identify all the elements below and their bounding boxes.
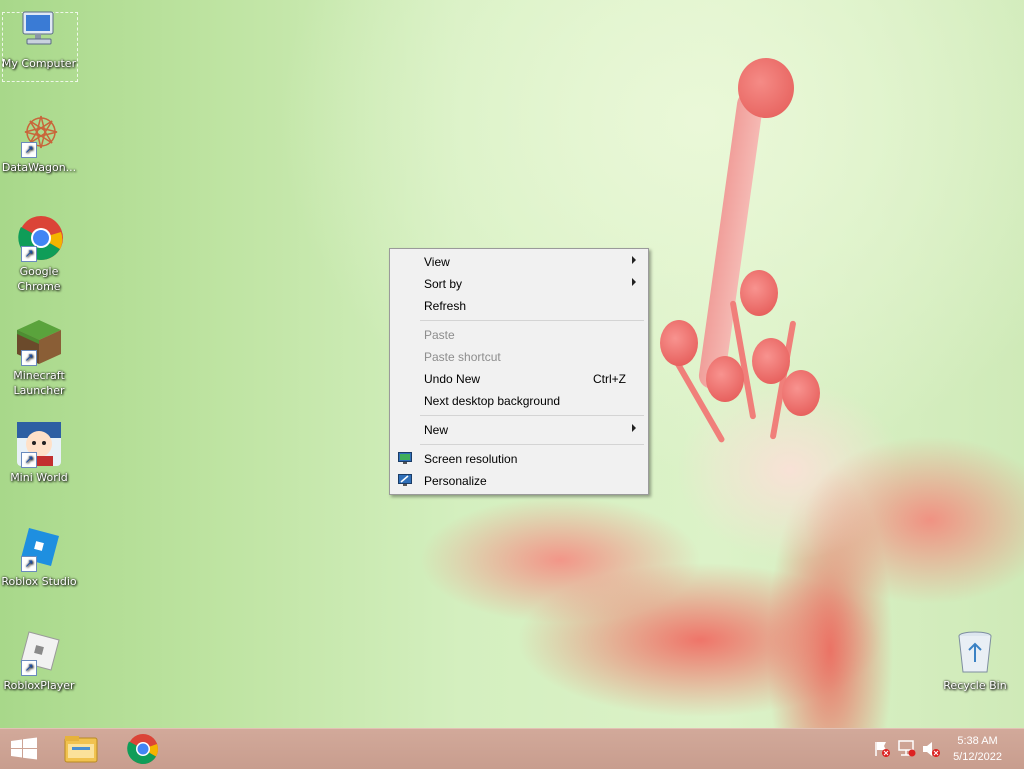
minecraft-icon: ↗ [15, 318, 63, 366]
computer-icon [15, 6, 63, 54]
menu-item-paste[interactable]: Paste [392, 324, 646, 346]
action-center-flag-icon [875, 742, 890, 757]
desktop-icon-my-computer[interactable]: My Computer [0, 6, 78, 82]
menu-item-label: Paste shortcut [424, 350, 501, 364]
desktop-icon-label: RobloxPlayer [3, 679, 75, 692]
desktop-icon-label: Recycle Bin [943, 679, 1007, 692]
menu-separator [420, 415, 644, 416]
roblox-player-icon: ↗ [15, 628, 63, 676]
file-explorer-icon [64, 736, 98, 763]
tray-network[interactable] [896, 729, 918, 769]
menu-item-label: Undo New [424, 372, 481, 386]
submenu-arrow-icon [632, 278, 636, 286]
wallpaper-flower-stem [697, 89, 765, 391]
menu-item-new[interactable]: New [392, 419, 646, 441]
network-icon [898, 740, 916, 757]
wallpaper-stamen [752, 338, 790, 384]
start-button[interactable] [0, 729, 48, 769]
taskbar-clock[interactable]: 5:38 AM 5/12/2022 [953, 733, 1002, 765]
menu-item-label: Paste [424, 328, 455, 342]
menu-item-label: Personalize [424, 474, 487, 488]
clock-time: 5:38 AM [957, 735, 998, 747]
menu-item-label: Sort by [424, 277, 463, 291]
tray-action-center[interactable] [872, 729, 892, 769]
menu-item-label: Screen resolution [424, 452, 518, 466]
mini-world-icon: ↗ [15, 420, 63, 468]
chrome-icon [127, 734, 158, 765]
menu-item-label: Next desktop background [424, 394, 561, 408]
roblox-studio-icon: ↗ [15, 524, 63, 572]
menu-item-undo-new[interactable]: Undo New Ctrl+Z [392, 368, 646, 390]
desktop-context-menu: View Sort by Refresh Paste Paste shortcu… [389, 248, 649, 495]
desktop-icon-mini-world[interactable]: ↗ Mini World [0, 420, 78, 485]
desktop-icon-label: DataWagon... [1, 161, 77, 174]
desktop-icon-roblox-player[interactable]: ↗ RobloxPlayer [0, 628, 78, 693]
submenu-arrow-icon [632, 256, 636, 264]
wallpaper-stamen [706, 356, 744, 402]
display-icon [398, 452, 412, 464]
recycle-bin-icon [951, 628, 999, 676]
wallpaper-stamen [660, 320, 698, 366]
menu-separator [420, 320, 644, 321]
shortcut-arrow-icon: ↗ [21, 452, 37, 468]
desktop-icon-google-chrome[interactable]: ↗ Google Chrome [0, 214, 78, 294]
taskbar-chrome[interactable] [118, 729, 168, 769]
menu-item-sort-by[interactable]: Sort by [392, 273, 646, 295]
desktop-icon-recycle-bin[interactable]: Recycle Bin [936, 628, 1014, 693]
desktop-icon-minecraft-launcher[interactable]: ↗ Minecraft Launcher [0, 318, 78, 398]
desktop-icon-label: Google Chrome [17, 265, 61, 293]
chrome-icon: ↗ [15, 214, 63, 262]
menu-item-personalize[interactable]: Personalize [392, 470, 646, 492]
menu-item-label: Refresh [424, 299, 467, 313]
menu-item-paste-shortcut[interactable]: Paste shortcut [392, 346, 646, 368]
desktop-icon-label: Roblox Studio [1, 575, 77, 588]
taskbar: 5:38 AM 5/12/2022 [0, 728, 1024, 769]
menu-item-refresh[interactable]: Refresh [392, 295, 646, 317]
wallpaper-stamen [782, 370, 820, 416]
shortcut-arrow-icon: ↗ [21, 556, 37, 572]
shortcut-arrow-icon: ↗ [21, 350, 37, 366]
datawagon-icon: ↗ [15, 110, 63, 158]
volume-muted-icon [923, 742, 940, 757]
shortcut-arrow-icon: ↗ [21, 246, 37, 262]
desktop-icon-roblox-studio[interactable]: ↗ Roblox Studio [0, 524, 78, 589]
clock-date: 5/12/2022 [953, 751, 1002, 763]
desktop-icon-label: Minecraft Launcher [13, 369, 65, 397]
wallpaper-flower-bud [738, 58, 794, 118]
menu-item-next-desktop-background[interactable]: Next desktop background [392, 390, 646, 412]
shortcut-arrow-icon: ↗ [21, 142, 37, 158]
menu-item-shortcut: Ctrl+Z [593, 372, 626, 386]
wallpaper-stamen [740, 270, 778, 316]
shortcut-arrow-icon: ↗ [21, 660, 37, 676]
menu-item-label: View [424, 255, 450, 269]
taskbar-file-explorer[interactable] [56, 729, 106, 769]
desktop-icon-datawagon[interactable]: ↗ DataWagon... [0, 110, 78, 175]
personalize-icon [398, 474, 412, 486]
menu-item-screen-resolution[interactable]: Screen resolution [392, 448, 646, 470]
submenu-arrow-icon [632, 424, 636, 432]
windows-start-icon [11, 737, 37, 760]
menu-item-view[interactable]: View [392, 251, 646, 273]
menu-item-label: New [424, 423, 449, 437]
menu-separator [420, 444, 644, 445]
desktop-icon-label: Mini World [10, 471, 68, 484]
tray-volume[interactable] [920, 729, 942, 769]
